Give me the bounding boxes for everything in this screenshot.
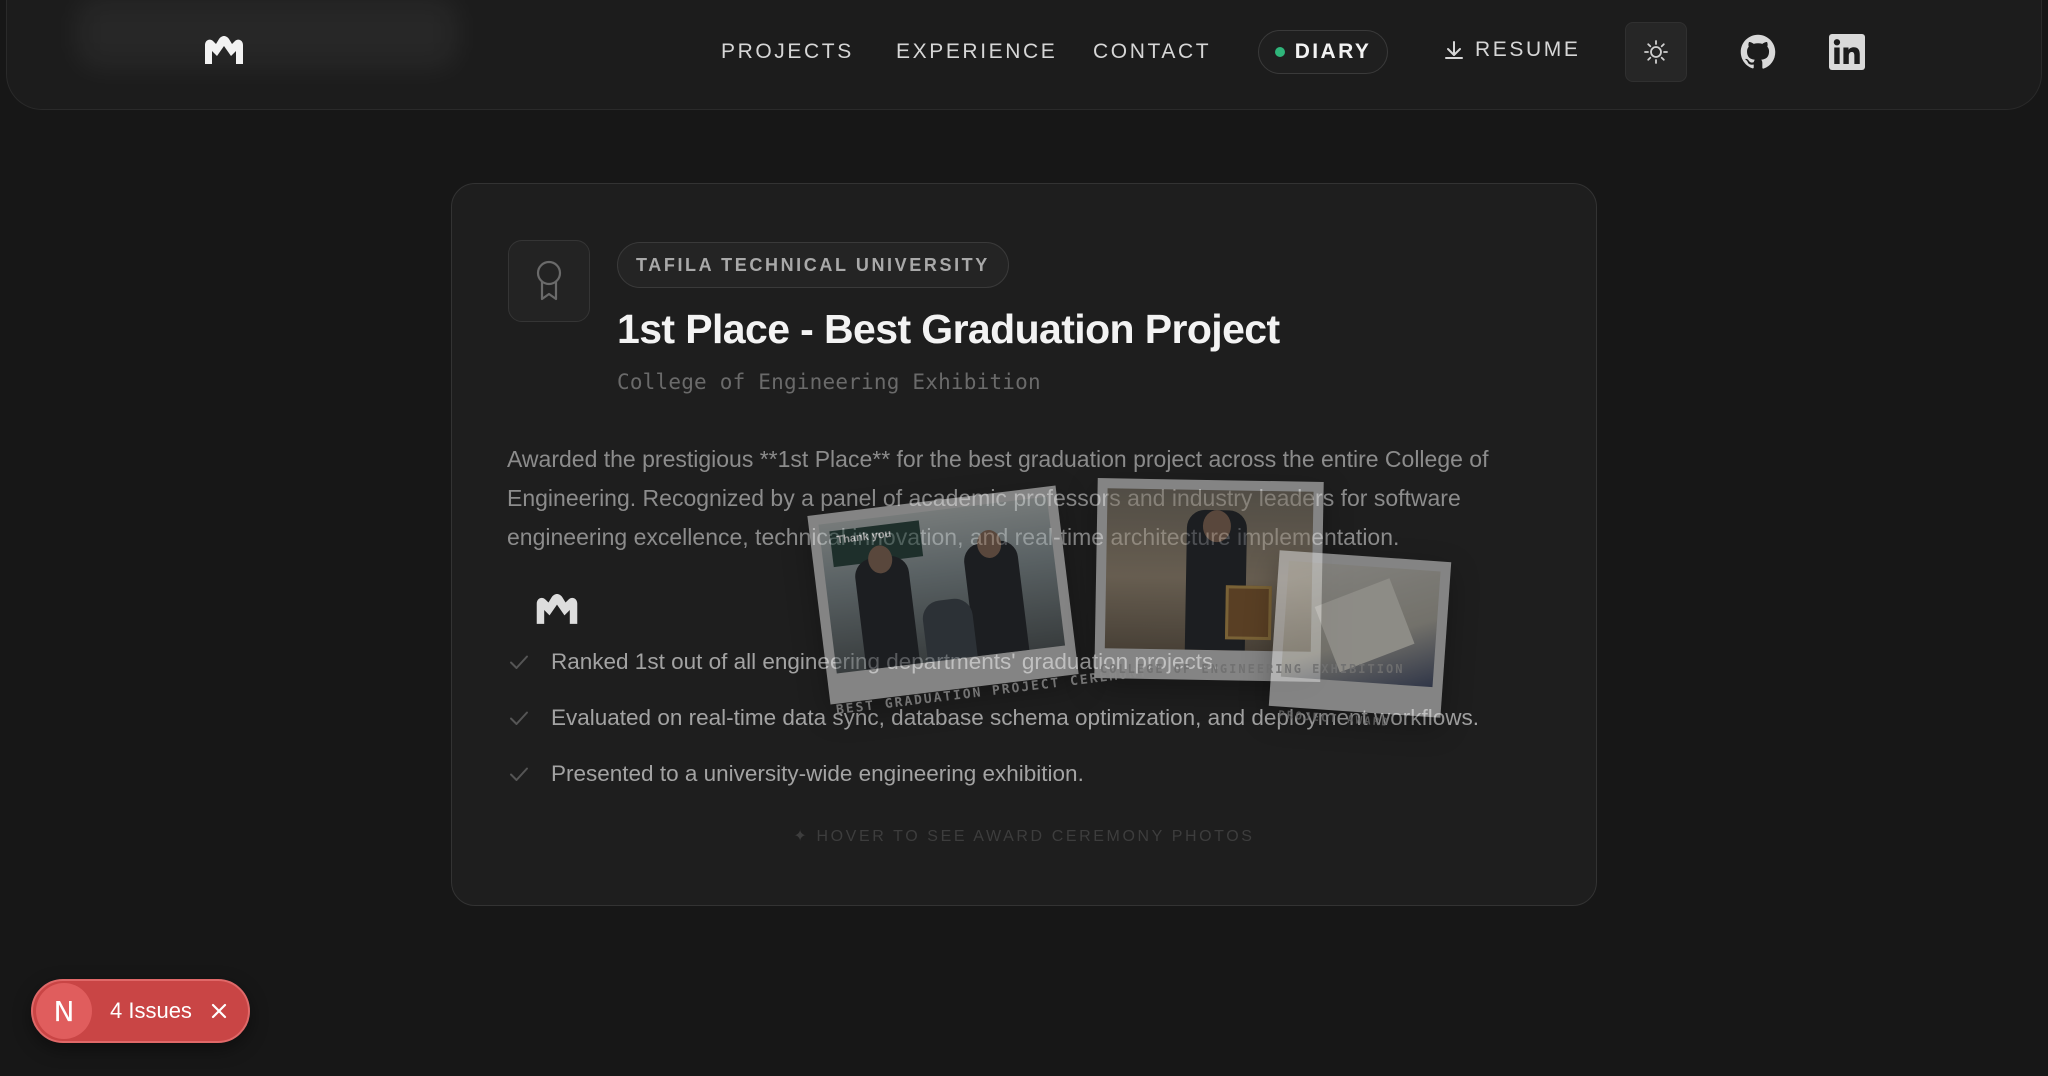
linkedin-icon[interactable]: [1829, 34, 1865, 70]
sun-icon: [1644, 40, 1668, 64]
ceremony-photo-stack: Thank you BEST GRADUATION PROJECT CEREMO…: [0, 0, 2048, 1076]
issues-toast[interactable]: N 4 Issues: [31, 979, 250, 1043]
close-icon[interactable]: [208, 1000, 230, 1022]
check-icon: [510, 655, 528, 669]
nextjs-n-icon: N: [36, 983, 92, 1039]
resume-label: RESUME: [1475, 38, 1581, 61]
theme-toggle-button[interactable]: [1625, 22, 1687, 82]
award-icon-box: [508, 240, 590, 322]
diary-label: DIARY: [1294, 40, 1372, 63]
nav-experience[interactable]: EXPERIENCE: [896, 38, 1057, 66]
award-title: 1st Place - Best Graduation Project: [617, 306, 1280, 352]
github-icon[interactable]: [1740, 34, 1776, 70]
nav-projects[interactable]: PROJECTS: [721, 38, 854, 66]
ceremony-photo[interactable]: Thank you: [807, 485, 1079, 705]
check-icon: [510, 711, 528, 725]
ceremony-photo[interactable]: [1268, 550, 1452, 718]
institution-badge: TAFILA TECHNICAL UNIVERSITY: [617, 242, 1009, 288]
photo-image: [1280, 560, 1441, 688]
issues-count-label[interactable]: 4 Issues: [110, 998, 192, 1024]
check-icon: [510, 767, 528, 781]
status-dot-icon: [1274, 47, 1285, 57]
list-item: Presented to a university-wide engineeri…: [507, 746, 1479, 802]
award-subtitle: College of Engineering Exhibition: [617, 370, 1041, 394]
hover-hint: ✦ HOVER TO SEE AWARD CEREMONY PHOTOS: [793, 828, 1255, 845]
nav-diary-button[interactable]: DIARY: [1258, 30, 1388, 74]
site-header: PROJECTS EXPERIENCE CONTACT DIARY RESUME: [6, 0, 2042, 110]
resume-download-link[interactable]: RESUME: [1443, 38, 1580, 62]
nav-contact[interactable]: CONTACT: [1093, 38, 1211, 66]
award-ribbon-icon: [536, 260, 562, 301]
list-item-text: Presented to a university-wide engineeri…: [551, 761, 1084, 786]
photo-image: Thank you: [818, 496, 1066, 674]
blurred-decoration: [77, 0, 457, 68]
m-logo-icon[interactable]: [203, 36, 245, 66]
download-icon: [1445, 41, 1463, 59]
